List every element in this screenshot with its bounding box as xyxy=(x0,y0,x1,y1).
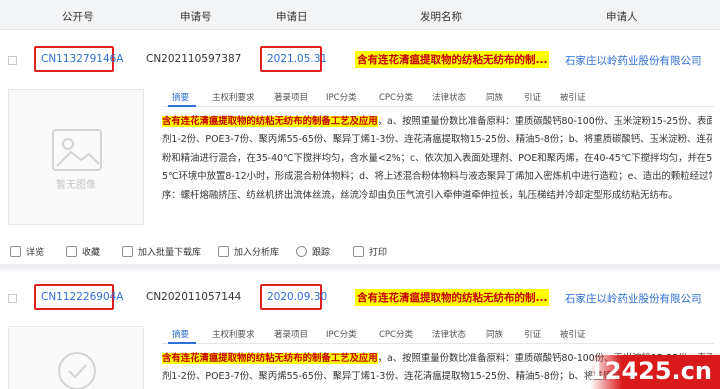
tab-cpc[interactable]: CPC分类 xyxy=(379,91,413,103)
tab-abstract[interactable]: 摘要 xyxy=(172,328,189,340)
print-icon xyxy=(353,245,364,257)
folder-icon xyxy=(66,245,77,257)
tab-main-claim[interactable]: 主权利要求 xyxy=(212,91,255,103)
tab-main-claim[interactable]: 主权利要求 xyxy=(212,328,255,340)
applicant-link[interactable]: 石家庄以岭药业股份有限公司 xyxy=(565,291,702,306)
detail-icon xyxy=(10,245,21,257)
tab-divider xyxy=(162,106,714,107)
analysis-icon xyxy=(218,245,229,257)
tab-legal-status[interactable]: 法律状态 xyxy=(432,91,466,103)
patent-thumbnail xyxy=(8,326,144,389)
download-icon xyxy=(122,245,133,257)
pub-no-link[interactable]: CN113279146A xyxy=(41,53,124,65)
no-image-icon xyxy=(52,129,102,171)
tab-legal-status[interactable]: 法律状态 xyxy=(432,328,466,340)
tab-cited-by[interactable]: 被引证 xyxy=(560,328,586,340)
track-icon xyxy=(296,245,307,257)
abstract-highlight: 含有连花清瘟提取物的纺粘无纺布的制备工艺及应用 xyxy=(162,116,378,127)
title-link[interactable]: 含有连花清瘟提取物的纺粘无纺布的制... xyxy=(355,289,550,306)
applicant-link[interactable]: 石家庄以岭药业股份有限公司 xyxy=(565,53,702,68)
tab-citations[interactable]: 引证 xyxy=(524,328,541,340)
pub-no-link[interactable]: CN112226904A xyxy=(41,291,124,303)
result-actions: 详览 收藏 加入批量下载库 加入分析库 跟踪 打印 xyxy=(0,240,720,262)
tab-cpc[interactable]: CPC分类 xyxy=(379,328,413,340)
header-title: 发明名称 xyxy=(420,11,462,23)
track-button[interactable]: 跟踪 xyxy=(296,242,330,260)
header-pub-no: 公开号 xyxy=(62,11,94,23)
abstract-highlight: 含有连花清瘟提取物的纺粘无纺布的制备工艺及应用 xyxy=(162,353,378,364)
result-row-1: CN113279146A CN202110597387 2021.05.31 含… xyxy=(0,30,720,238)
add-analysis-button[interactable]: 加入分析库 xyxy=(218,242,279,260)
table-header: 公开号 申请号 申请日 发明名称 申请人 xyxy=(0,0,720,30)
patent-thumbnail: 暂无图像 xyxy=(8,89,144,225)
active-tab-indicator xyxy=(168,105,196,107)
app-date: 2021.05.31 xyxy=(267,53,328,65)
select-checkbox[interactable] xyxy=(8,56,17,65)
header-app-date: 申请日 xyxy=(276,11,308,23)
favorite-button[interactable]: 收藏 xyxy=(66,242,100,260)
title-link[interactable]: 含有连花清瘟提取物的纺粘无纺布的制... xyxy=(355,51,550,68)
batch-download-button[interactable]: 加入批量下载库 xyxy=(122,242,201,260)
watermark-text: 12425.cn xyxy=(588,357,712,385)
tab-ipc[interactable]: IPC分类 xyxy=(326,91,357,103)
no-image-caption: 暂无图像 xyxy=(56,180,96,191)
tab-cited-by[interactable]: 被引证 xyxy=(560,91,586,103)
site-watermark: 12425.cn xyxy=(588,355,720,389)
print-button[interactable]: 打印 xyxy=(353,242,387,260)
detail-button[interactable]: 详览 xyxy=(10,242,44,260)
tab-abstract[interactable]: 摘要 xyxy=(172,91,189,103)
tab-family[interactable]: 同族 xyxy=(486,328,503,340)
tab-family[interactable]: 同族 xyxy=(486,91,503,103)
header-applicant: 申请人 xyxy=(606,11,638,23)
app-no: CN202011057144 xyxy=(146,291,242,303)
header-app-no: 申请号 xyxy=(180,11,212,23)
tab-divider xyxy=(162,343,714,344)
active-tab-indicator xyxy=(168,342,196,344)
tab-bibliographic[interactable]: 著录项目 xyxy=(274,328,308,340)
app-no: CN202110597387 xyxy=(146,53,242,65)
app-date: 2020.09.30 xyxy=(267,291,328,303)
tab-citations[interactable]: 引证 xyxy=(524,91,541,103)
select-checkbox[interactable] xyxy=(8,294,17,303)
tab-ipc[interactable]: IPC分类 xyxy=(326,328,357,340)
abstract-text: 含有连花清瘟提取物的纺粘无纺布的制备工艺及应用，a、按照重量份数比准备原料：重质… xyxy=(162,116,712,201)
no-image-icon xyxy=(58,352,96,389)
tab-bibliographic[interactable]: 著录项目 xyxy=(274,91,308,103)
